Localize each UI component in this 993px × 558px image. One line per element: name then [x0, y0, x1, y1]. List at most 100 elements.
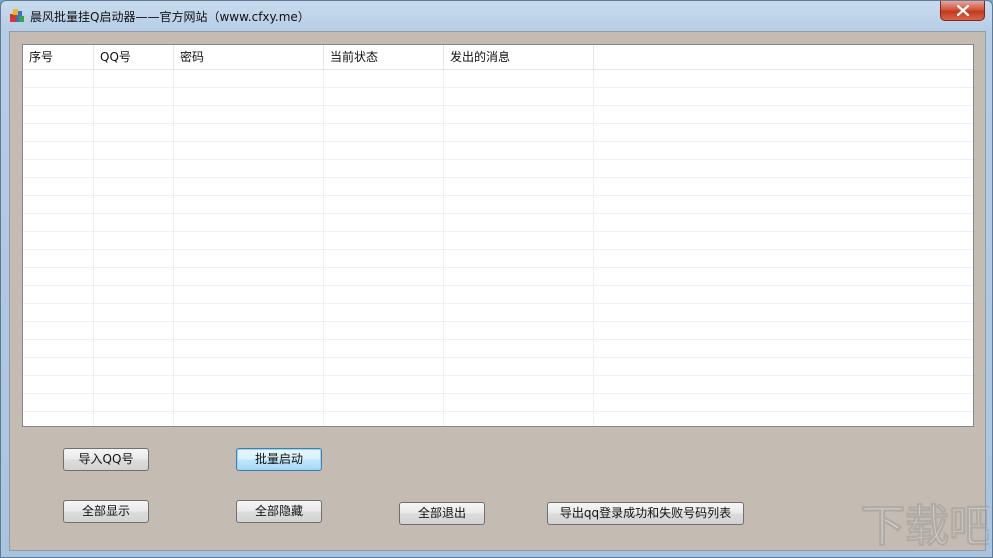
list-cell: [94, 250, 174, 268]
list-cell: [94, 358, 174, 376]
list-cell: [324, 196, 444, 214]
list-row: [23, 160, 973, 178]
list-cell: [444, 286, 594, 304]
list-cell: [94, 412, 174, 426]
list-cell: [174, 250, 324, 268]
list-cell: [594, 340, 973, 358]
show-all-button[interactable]: 全部显示: [63, 500, 149, 523]
list-cell: [324, 142, 444, 160]
list-cell: [23, 286, 94, 304]
list-row: [23, 412, 973, 426]
list-cell: [444, 394, 594, 412]
list-cell: [94, 196, 174, 214]
list-cell: [94, 178, 174, 196]
list-cell: [594, 124, 973, 142]
list-cell: [174, 88, 324, 106]
list-cell: [174, 322, 324, 340]
list-cell: [94, 106, 174, 124]
list-cell: [594, 142, 973, 160]
list-cell: [174, 412, 324, 426]
client-area: 序号 QQ号 密码 当前状态 发出的消息 导入QQ号 批量启动 全部显示 全部隐…: [9, 31, 986, 551]
list-row: [23, 214, 973, 232]
list-cell: [594, 358, 973, 376]
watermark-logo: 下载吧: [861, 501, 990, 553]
list-cell: [594, 268, 973, 286]
app-window: 晨风批量挂Q启动器——官方网站（www.cfxy.me） 序号 QQ号 密码 当…: [0, 0, 993, 558]
close-button[interactable]: [940, 1, 985, 21]
list-row: [23, 106, 973, 124]
list-cell: [594, 232, 973, 250]
list-cell: [174, 106, 324, 124]
list-cell: [444, 376, 594, 394]
column-header-password[interactable]: 密码: [174, 45, 324, 70]
list-cell: [94, 304, 174, 322]
list-cell: [94, 394, 174, 412]
list-cell: [324, 268, 444, 286]
list-cell: [174, 286, 324, 304]
list-cell: [444, 178, 594, 196]
import-qq-button[interactable]: 导入QQ号: [63, 448, 149, 471]
exit-all-button[interactable]: 全部退出: [399, 502, 485, 525]
list-cell: [324, 70, 444, 88]
list-cell: [324, 124, 444, 142]
list-cell: [94, 322, 174, 340]
list-cell: [444, 268, 594, 286]
column-header-message[interactable]: 发出的消息: [444, 45, 594, 70]
list-cell: [594, 394, 973, 412]
list-cell: [444, 232, 594, 250]
list-cell: [324, 394, 444, 412]
title-bar[interactable]: 晨风批量挂Q启动器——官方网站（www.cfxy.me）: [1, 1, 992, 31]
list-cell: [174, 340, 324, 358]
column-header-qq[interactable]: QQ号: [94, 45, 174, 70]
list-cell: [594, 88, 973, 106]
list-cell: [324, 160, 444, 178]
list-cell: [23, 160, 94, 178]
column-header-status[interactable]: 当前状态: [324, 45, 444, 70]
window-title: 晨风批量挂Q启动器——官方网站（www.cfxy.me）: [30, 10, 310, 24]
list-cell: [174, 142, 324, 160]
list-cell: [594, 286, 973, 304]
account-list[interactable]: 序号 QQ号 密码 当前状态 发出的消息: [22, 44, 974, 427]
list-cell: [23, 214, 94, 232]
column-header-index[interactable]: 序号: [23, 45, 94, 70]
list-cell: [324, 178, 444, 196]
list-cell: [23, 412, 94, 426]
list-cell: [324, 214, 444, 232]
list-row: [23, 178, 973, 196]
list-cell: [324, 286, 444, 304]
list-cell: [324, 358, 444, 376]
list-cell: [594, 70, 973, 88]
list-cell: [94, 124, 174, 142]
batch-start-button[interactable]: 批量启动: [236, 448, 322, 471]
list-row: [23, 394, 973, 412]
list-cell: [94, 340, 174, 358]
list-cell: [594, 178, 973, 196]
list-cell: [23, 358, 94, 376]
list-cell: [94, 268, 174, 286]
list-cell: [23, 124, 94, 142]
list-cell: [594, 196, 973, 214]
list-cell: [174, 304, 324, 322]
list-cell: [324, 88, 444, 106]
list-row: [23, 232, 973, 250]
list-cell: [324, 304, 444, 322]
list-cell: [444, 250, 594, 268]
list-row: [23, 376, 973, 394]
list-cell: [174, 178, 324, 196]
list-row: [23, 124, 973, 142]
hide-all-button[interactable]: 全部隐藏: [236, 500, 322, 523]
close-icon: [957, 5, 969, 16]
list-cell: [23, 394, 94, 412]
list-row: [23, 142, 973, 160]
list-cell: [23, 304, 94, 322]
list-cell: [444, 142, 594, 160]
list-cell: [23, 142, 94, 160]
list-cell: [174, 160, 324, 178]
column-header-filler: [594, 45, 973, 70]
list-row: [23, 358, 973, 376]
export-list-button[interactable]: 导出qq登录成功和失败号码列表: [547, 502, 744, 525]
list-cell: [444, 196, 594, 214]
list-cell: [23, 376, 94, 394]
list-cell: [174, 232, 324, 250]
list-cell: [444, 88, 594, 106]
